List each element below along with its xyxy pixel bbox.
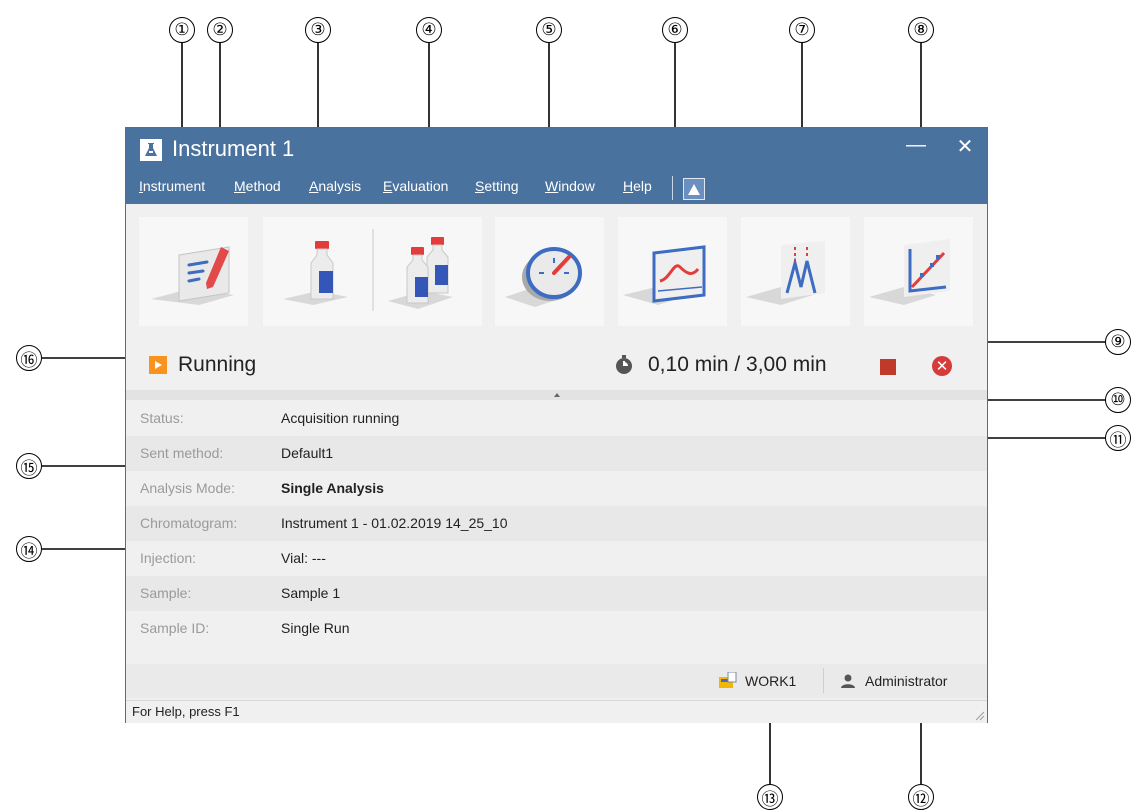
title-bar[interactable]: Instrument 1 — ✕ [126,128,987,172]
footer-bar: WORK1 Administrator [126,664,987,698]
resize-grip-icon[interactable] [973,709,985,721]
menu-analysis[interactable]: Analysis [309,178,361,194]
run-state-label: Running [178,353,257,376]
gauge-icon [505,247,582,307]
collapse-panel-toggle[interactable] [126,390,987,400]
flask-app-icon [140,139,162,161]
callout-1: ① [169,17,195,43]
menu-method[interactable]: Method [234,178,281,194]
callout-10: ⑩ [1105,387,1131,413]
callout-8: ⑧ [908,17,934,43]
menu-bar: Instrument Method Analysis Evaluation Se… [126,172,987,204]
running-play-icon [149,356,167,374]
stopwatch-icon [616,355,632,374]
menu-instrument[interactable]: Instrument [139,178,205,194]
info-value: Sample 1 [281,585,341,601]
menu-evaluation[interactable]: Evaluation [383,178,448,194]
info-value: Default1 [281,445,334,461]
callout-16: ⑯ [16,345,42,371]
window-title: Instrument 1 [172,136,295,161]
calibration-button[interactable] [864,217,973,326]
abort-x-icon: ✕ [935,358,949,375]
info-value: Single Run [281,620,350,636]
monitor-button[interactable] [618,217,727,326]
callout-3: ③ [305,17,331,43]
callout-15: ⑮ [16,453,42,479]
info-label: Status: [140,410,184,426]
info-label: Sample: [140,585,192,601]
callout-6: ⑥ [662,17,688,43]
status-bar: For Help, press F1 [126,700,987,723]
workspace-label[interactable]: WORK1 [745,673,796,689]
brand-logo-icon[interactable] [683,178,705,200]
info-row-sent-method: Sent method: Default1 [126,436,987,471]
info-row-analysis-mode: Analysis Mode: Single Analysis [126,471,987,506]
run-info-table: Status: Acquisition running Sent method:… [126,401,987,646]
info-label: Injection: [140,550,197,566]
vial-buttons-group [263,217,482,326]
info-row-sample-id: Sample ID: Single Run [126,611,987,646]
info-value: Vial: --- [281,550,326,566]
workspace-folder-icon [719,672,737,688]
info-label: Sent method: [140,445,224,461]
gauge-button[interactable] [495,217,604,326]
info-value: Acquisition running [281,410,400,426]
callout-4: ④ [416,17,442,43]
menu-help[interactable]: Help [623,178,652,194]
callout-5: ⑤ [536,17,562,43]
callout-12: ⑫ [908,784,934,810]
edit-method-icon [151,246,234,305]
menu-window[interactable]: Window [545,178,595,194]
calibration-icon [869,239,950,305]
instrument-window: Instrument 1 — ✕ Instrument Method Analy… [125,127,988,723]
toolbar [126,204,987,328]
run-status-row: Running 0,10 min / 3,00 min ✕ [126,338,987,388]
info-row-status: Status: Acquisition running [126,401,987,436]
info-value: Single Analysis [281,480,384,496]
callout-2: ② [207,17,233,43]
info-label: Sample ID: [140,620,210,636]
info-label: Analysis Mode: [140,480,235,496]
peaks-icon [746,241,825,305]
callout-7: ⑦ [789,17,815,43]
chromatogram-monitor-icon [623,245,706,305]
callout-14: ⑭ [16,536,42,562]
info-row-sample: Sample: Sample 1 [126,576,987,611]
callout-11: ⑪ [1105,425,1131,451]
callout-9: ⑨ [1105,329,1131,355]
edit-method-button[interactable] [139,217,248,326]
vials-icon [283,229,453,311]
info-row-chromatogram: Chromatogram: Instrument 1 - 01.02.2019 … [126,506,987,541]
abort-button[interactable]: ✕ [932,356,952,376]
help-hint: For Help, press F1 [132,704,240,719]
user-label[interactable]: Administrator [865,673,947,689]
peaks-button[interactable] [741,217,850,326]
footer-separator [823,668,824,693]
info-label: Chromatogram: [140,515,238,531]
menu-separator [672,176,673,200]
stop-button[interactable] [880,359,896,375]
info-value: Instrument 1 - 01.02.2019 14_25_10 [281,515,508,531]
collapse-arrow-icon [553,393,560,397]
menu-setting[interactable]: Setting [475,178,519,194]
user-icon [841,674,855,688]
run-timer: 0,10 min / 3,00 min [648,353,827,376]
info-row-injection: Injection: Vial: --- [126,541,987,576]
close-button[interactable]: ✕ [950,134,980,159]
minimize-button[interactable]: — [901,134,931,157]
callout-13: ⑬ [757,784,783,810]
